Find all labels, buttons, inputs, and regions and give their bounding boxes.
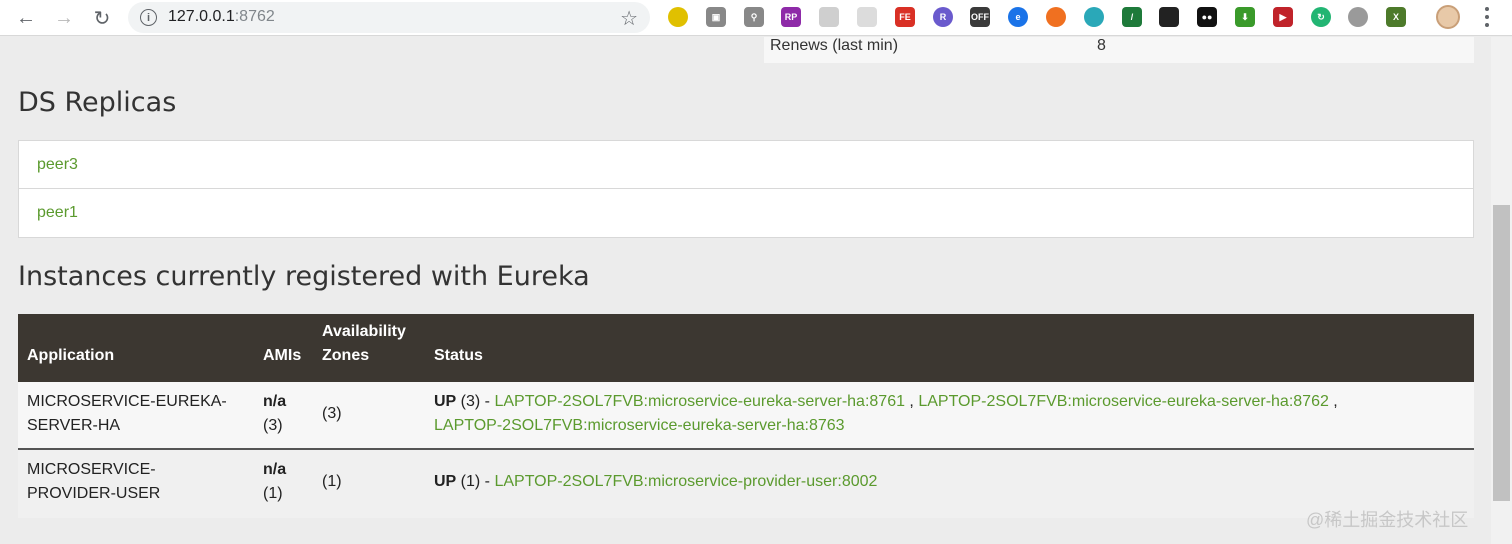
app-name-line1: MICROSERVICE-EUREKA- [27, 393, 227, 410]
table-row: MICROSERVICE-EUREKA- SERVER-HA n/a (3) (… [18, 382, 1474, 450]
status-up: UP [434, 393, 457, 410]
ext-3-icon[interactable]: ⚲ [744, 7, 764, 27]
app-name-cell: MICROSERVICE-EUREKA- SERVER-HA [27, 390, 227, 438]
ext-11-icon[interactable] [1046, 7, 1066, 27]
status-cell: UP (1) - LAPTOP-2SOL7FVB:microservice-pr… [434, 470, 877, 494]
amis-cell: n/a (3) [263, 390, 286, 438]
amis-cell: n/a (1) [263, 458, 286, 506]
replicas-list: peer3 peer1 [18, 140, 1474, 238]
ext-off-icon[interactable]: OFF [970, 7, 990, 27]
url-port: :8762 [234, 8, 275, 25]
ext-fe-icon[interactable]: FE [895, 7, 915, 27]
status-count: (1) - [456, 473, 495, 490]
renews-row: Renews (last min) 8 [764, 37, 1474, 63]
instances-title: Instances currently registered with Eure… [18, 261, 590, 292]
browser-menu-icon[interactable] [1484, 7, 1490, 27]
watermark: @稀土掘金技术社区 [1306, 510, 1469, 530]
url-host: 127.0.0.1 [168, 8, 235, 25]
app-name-cell: MICROSERVICE- PROVIDER-USER [27, 458, 160, 506]
ext-2-icon[interactable]: ▣ [706, 7, 726, 27]
instance-link[interactable]: LAPTOP-2SOL7FVB:microservice-eureka-serv… [434, 417, 845, 434]
app-name-line2: SERVER-HA [27, 417, 121, 434]
ext-r-icon[interactable]: R [933, 7, 953, 27]
replica-link-peer1[interactable]: peer1 [37, 204, 78, 222]
scrollbar-thumb[interactable] [1493, 205, 1510, 501]
ext-18-icon[interactable]: ↻ [1311, 7, 1331, 27]
amis-line1: n/a [263, 393, 287, 410]
ext-14-icon[interactable] [1159, 7, 1179, 27]
zones-cell: (1) [322, 473, 342, 490]
ext-1-icon[interactable] [668, 7, 688, 27]
app-name-line2: PROVIDER-USER [27, 485, 161, 502]
replica-item: peer3 [19, 141, 1473, 189]
amis-line2: (3) [263, 417, 283, 434]
instance-link[interactable]: LAPTOP-2SOL7FVB:microservice-provider-us… [494, 473, 877, 490]
ext-rp-icon[interactable]: RP [781, 7, 801, 27]
browser-toolbar: ← → ↻ i 127.0.0.1:8762 ☆ ▣ ⚲ RP FE R OFF e / ●● ⬇… [0, 0, 1512, 36]
site-info-icon[interactable]: i [140, 9, 157, 26]
bookmark-star-icon[interactable]: ☆ [620, 6, 638, 31]
forward-arrow-icon[interactable]: → [50, 4, 78, 32]
zones-cell: (3) [322, 405, 342, 422]
table-header: Application AMIs Availability Zones Stat… [18, 314, 1474, 382]
replica-link-peer3[interactable]: peer3 [37, 156, 78, 174]
header-zones-line2: Zones [322, 347, 370, 364]
header-amis: AMIs [263, 347, 302, 364]
back-arrow-icon[interactable]: ← [12, 4, 40, 32]
ext-6-icon[interactable] [857, 7, 877, 27]
amis-line1: n/a [263, 461, 287, 478]
ext-5-icon[interactable] [819, 7, 839, 27]
renews-label: Renews (last min) [770, 37, 899, 54]
ext-down-icon[interactable]: ⬇ [1235, 7, 1255, 27]
header-zones-line1: Availability [322, 323, 406, 340]
ext-19-icon[interactable] [1348, 7, 1368, 27]
instance-link[interactable]: LAPTOP-2SOL7FVB:microservice-eureka-serv… [494, 393, 905, 410]
link-separator: , [904, 393, 919, 410]
instances-table: Application AMIs Availability Zones Stat… [18, 314, 1474, 518]
status-count: (3) - [456, 393, 495, 410]
status-up: UP [434, 473, 457, 490]
profile-avatar[interactable] [1436, 5, 1460, 29]
ds-replicas-title: DS Replicas [18, 87, 177, 118]
header-application: Application [27, 347, 115, 364]
table-row: MICROSERVICE- PROVIDER-USER n/a (1) (1) … [18, 450, 1474, 518]
renews-value: 8 [1097, 37, 1106, 54]
instance-link[interactable]: LAPTOP-2SOL7FVB:microservice-eureka-serv… [918, 393, 1329, 410]
ext-play-icon[interactable]: ▶ [1273, 7, 1293, 27]
ext-12-icon[interactable] [1084, 7, 1104, 27]
link-separator: , [1328, 393, 1343, 410]
address-url[interactable]: 127.0.0.1:8762 [168, 8, 275, 26]
ext-15-icon[interactable]: ●● [1197, 7, 1217, 27]
replica-item: peer1 [19, 189, 1473, 237]
header-availability-zones: Availability Zones [322, 320, 406, 368]
header-status: Status [434, 347, 483, 364]
app-name-line1: MICROSERVICE- [27, 461, 156, 478]
reload-icon[interactable]: ↻ [88, 4, 116, 32]
status-cell: UP (3) - LAPTOP-2SOL7FVB:microservice-eu… [434, 390, 1464, 438]
ext-slash-icon[interactable]: / [1122, 7, 1142, 27]
amis-line2: (1) [263, 485, 283, 502]
ext-e-icon[interactable]: e [1008, 7, 1028, 27]
address-bar[interactable]: i 127.0.0.1:8762 ☆ [128, 2, 650, 33]
ext-x-icon[interactable]: X [1386, 7, 1406, 27]
